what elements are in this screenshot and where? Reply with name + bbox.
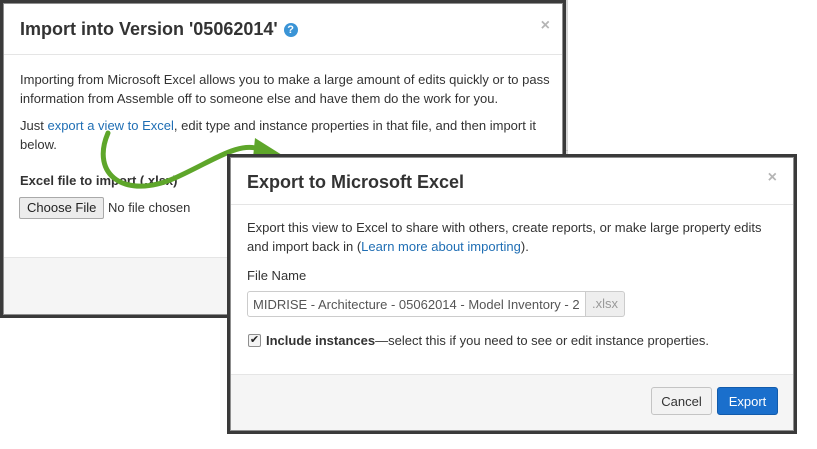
cancel-button[interactable]: Cancel — [651, 387, 712, 415]
close-icon[interactable]: × — [768, 170, 777, 186]
include-instances-label-rest: —select this if you need to see or edit … — [375, 333, 709, 348]
export-button[interactable]: Export — [717, 387, 778, 415]
file-name-label: File Name — [247, 268, 307, 283]
file-name-input[interactable] — [247, 291, 586, 317]
include-instances-label-bold: Include instances — [266, 333, 376, 348]
export-dialog-header: Export to Microsoft Excel × — [231, 158, 793, 205]
include-instances-label[interactable]: Include instances—select this if you nee… — [266, 333, 709, 348]
learn-more-link[interactable]: Learn more about importing — [361, 239, 521, 254]
export-dialog-title: Export to Microsoft Excel — [247, 172, 465, 192]
checkbox-checked-icon[interactable]: ✔ — [248, 334, 261, 347]
export-dialog: Export to Microsoft Excel × Export this … — [230, 157, 794, 431]
file-extension-addon: .xlsx — [586, 291, 625, 317]
export-description-suffix: ). — [520, 239, 529, 254]
export-description-text: Export this view to Excel to share with … — [247, 218, 777, 256]
